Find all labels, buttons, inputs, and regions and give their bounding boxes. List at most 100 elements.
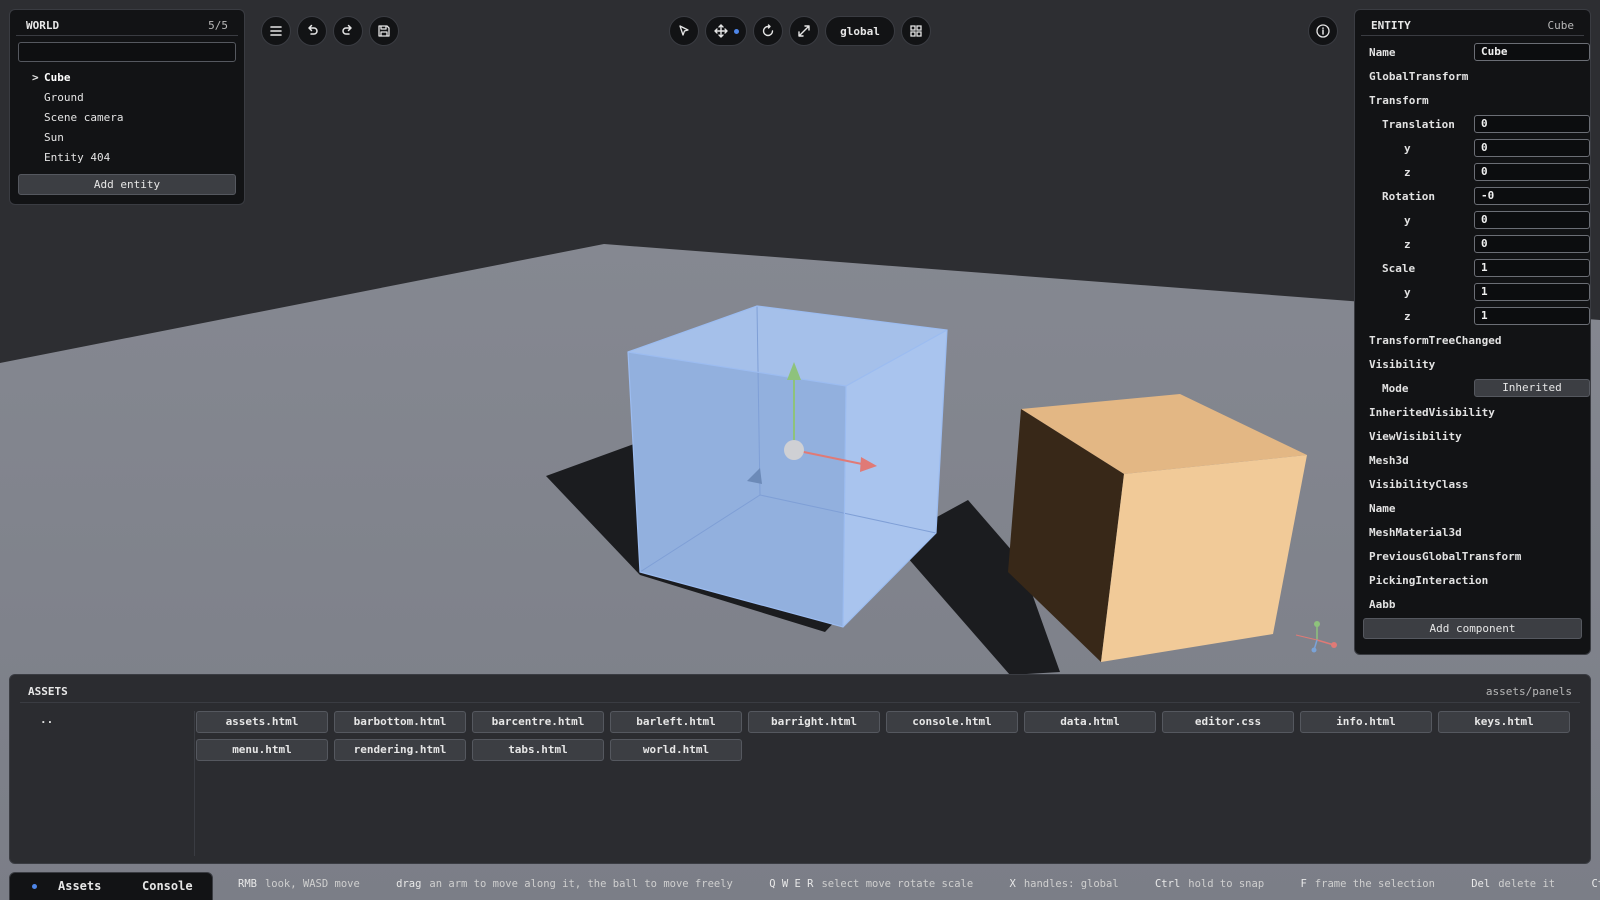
- y-label: y: [1404, 213, 1411, 227]
- active-tool-indicator: [734, 28, 739, 34]
- rotation-x-row: Rotation -0: [1361, 184, 1590, 208]
- component-label: InheritedVisibility: [1369, 405, 1495, 419]
- add-component-button[interactable]: Add component: [1363, 618, 1582, 639]
- z-label: z: [1404, 237, 1411, 251]
- entity-item-ground[interactable]: Ground: [10, 88, 244, 108]
- file-item[interactable]: world.html: [610, 739, 742, 761]
- rotation-z-row: z0: [1361, 232, 1590, 256]
- scale-z-field[interactable]: 1: [1474, 307, 1590, 325]
- entity-item-sun[interactable]: Sun: [10, 128, 244, 148]
- entity-label: Sun: [44, 131, 64, 144]
- redo-button[interactable]: [333, 16, 363, 46]
- info-button[interactable]: [1308, 16, 1338, 46]
- file-item[interactable]: rendering.html: [334, 739, 466, 761]
- hint-key: Ctrl Z: [1591, 878, 1600, 890]
- entity-title: ENTITY: [1371, 19, 1411, 32]
- scale-x-field[interactable]: 1: [1474, 259, 1590, 277]
- select-tool-button[interactable]: [669, 16, 699, 46]
- component-visibility-class[interactable]: VisibilityClass: [1361, 472, 1584, 496]
- menu-button[interactable]: [261, 16, 291, 46]
- component-view-visibility[interactable]: ViewVisibility: [1361, 424, 1584, 448]
- component-label: PickingInteraction: [1369, 573, 1489, 587]
- handle-space-toggle[interactable]: global: [825, 16, 895, 46]
- undo-icon: [308, 24, 318, 35]
- component-aabb[interactable]: Aabb: [1361, 592, 1584, 616]
- entity-label: Scene camera: [44, 111, 124, 124]
- name-field[interactable]: Cube: [1474, 43, 1590, 61]
- component-label: Visibility: [1369, 357, 1436, 371]
- world-title: WORLD: [26, 19, 60, 32]
- entity-item-404[interactable]: Entity 404: [10, 148, 244, 168]
- directory-list: ..: [20, 711, 195, 856]
- bottom-tabs: Assets Console: [9, 872, 213, 900]
- file-item[interactable]: barcentre.html: [472, 711, 604, 733]
- file-item[interactable]: menu.html: [196, 739, 328, 761]
- component-inherited-visibility[interactable]: InheritedVisibility: [1361, 400, 1584, 424]
- hint-key: RMB: [238, 878, 257, 890]
- file-item[interactable]: console.html: [886, 711, 1018, 733]
- z-label: z: [1404, 309, 1411, 323]
- component-label: TransformTreeChanged: [1369, 333, 1502, 347]
- component-transform-tree-changed[interactable]: TransformTreeChanged: [1361, 328, 1584, 352]
- name-label: Name: [1369, 45, 1396, 59]
- entity-header: ENTITY Cube: [1361, 16, 1584, 36]
- scale-tool-button[interactable]: [789, 16, 819, 46]
- rotation-label: Rotation: [1382, 189, 1435, 203]
- rotation-x-field[interactable]: -0: [1474, 187, 1590, 205]
- move-icon: [714, 24, 728, 38]
- component-mesh3d[interactable]: Mesh3d: [1361, 448, 1584, 472]
- scale-x-row: Scale 1: [1361, 256, 1590, 280]
- tab-assets[interactable]: Assets: [58, 879, 101, 893]
- file-item[interactable]: data.html: [1024, 711, 1156, 733]
- file-item[interactable]: barright.html: [748, 711, 880, 733]
- grid-button[interactable]: [901, 16, 931, 46]
- hint-desc: delete it: [1498, 878, 1556, 890]
- file-item[interactable]: barbottom.html: [334, 711, 466, 733]
- component-label: Transform: [1369, 93, 1429, 107]
- component-name[interactable]: Name: [1361, 496, 1584, 520]
- translation-y-field[interactable]: 0: [1474, 139, 1590, 157]
- component-label: ViewVisibility: [1369, 429, 1462, 443]
- parent-directory[interactable]: ..: [20, 711, 194, 729]
- rotation-y-field[interactable]: 0: [1474, 211, 1590, 229]
- translation-x-field[interactable]: 0: [1474, 115, 1590, 133]
- assets-title: ASSETS: [28, 685, 68, 698]
- save-button[interactable]: [369, 16, 399, 46]
- scale-y-field[interactable]: 1: [1474, 283, 1590, 301]
- component-picking-interaction[interactable]: PickingInteraction: [1361, 568, 1584, 592]
- rotation-z-field[interactable]: 0: [1474, 235, 1590, 253]
- component-transform[interactable]: Transform: [1361, 88, 1584, 112]
- y-label: y: [1404, 141, 1411, 155]
- entity-item-scene-camera[interactable]: Scene camera: [10, 108, 244, 128]
- scale-label: Scale: [1382, 261, 1416, 275]
- component-label: Aabb: [1369, 597, 1396, 611]
- translation-z-field[interactable]: 0: [1474, 163, 1590, 181]
- save-icon: [378, 25, 390, 37]
- world-search-input[interactable]: [18, 42, 236, 62]
- entity-label: Cube: [44, 71, 71, 84]
- file-item[interactable]: assets.html: [196, 711, 328, 733]
- scale-z-row: z1: [1361, 304, 1590, 328]
- translation-z-row: z0: [1361, 160, 1590, 184]
- file-item[interactable]: barleft.html: [610, 711, 742, 733]
- entity-item-cube[interactable]: > Cube: [10, 68, 244, 88]
- move-tool-button[interactable]: [705, 16, 747, 46]
- hint-key: X: [1009, 878, 1016, 890]
- visibility-mode-row: Mode Inherited: [1361, 376, 1590, 400]
- rotate-tool-button[interactable]: [753, 16, 783, 46]
- component-global-transform[interactable]: GlobalTransform: [1361, 64, 1584, 88]
- file-item[interactable]: editor.css: [1162, 711, 1294, 733]
- file-item[interactable]: keys.html: [1438, 711, 1570, 733]
- tab-console[interactable]: Console: [142, 879, 193, 893]
- add-entity-button[interactable]: Add entity: [18, 174, 236, 195]
- visibility-mode-select[interactable]: Inherited: [1474, 379, 1590, 397]
- component-mesh-material3d[interactable]: MeshMaterial3d: [1361, 520, 1584, 544]
- component-visibility[interactable]: Visibility: [1361, 352, 1584, 376]
- component-previous-global-transform[interactable]: PreviousGlobalTransform: [1361, 544, 1584, 568]
- keyboard-hints: RMB look, WASD move drag an arm to move al…: [238, 878, 1600, 896]
- file-item[interactable]: tabs.html: [472, 739, 604, 761]
- undo-button[interactable]: [297, 16, 327, 46]
- hint-key: Del: [1471, 878, 1491, 890]
- file-item[interactable]: info.html: [1300, 711, 1432, 733]
- select-icon: [679, 25, 689, 36]
